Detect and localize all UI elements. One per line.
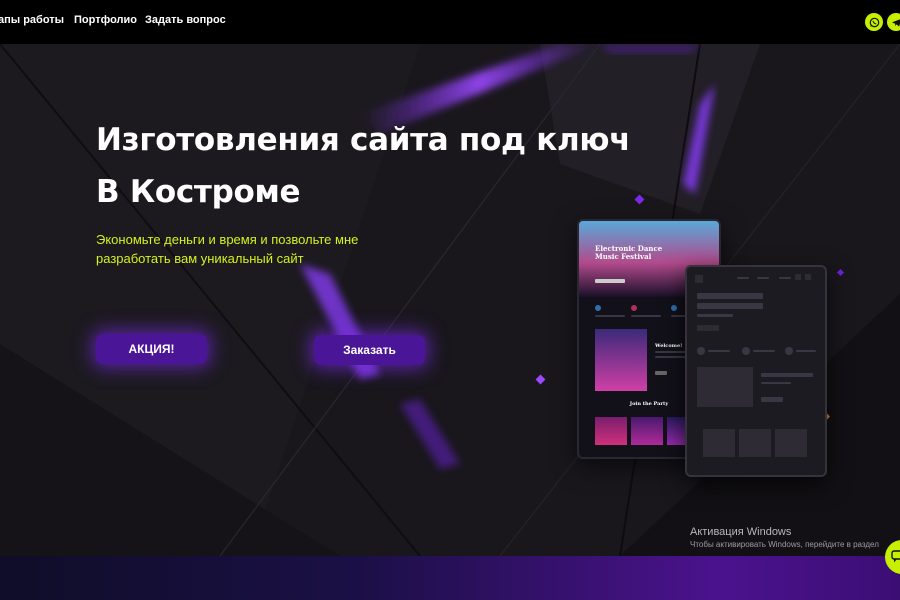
top-navigation: апы работы Портфолио Задать вопрос <box>0 0 900 44</box>
telegram-button[interactable] <box>887 13 900 31</box>
mockup-welcome: Welcome! <box>655 343 683 349</box>
chat-icon <box>891 550 900 563</box>
mockup-concert-image <box>595 329 647 391</box>
nav-link-ask-question[interactable]: Задать вопрос <box>145 14 226 26</box>
telegram-icon <box>891 18 900 27</box>
hero-title-line1: Изготовления сайта под ключ <box>96 122 631 158</box>
hero-title: Изготовления сайта под ключ В Костроме <box>96 114 696 218</box>
hero-section: Изготовления сайта под ключ В Костроме Э… <box>0 44 900 556</box>
windows-activation-title: Активация Windows <box>690 526 792 538</box>
nav-link-stages[interactable]: апы работы <box>0 14 64 26</box>
hero-title-line2: В Костроме <box>96 174 301 210</box>
whatsapp-icon <box>869 17 879 27</box>
website-mockup-back <box>685 265 827 477</box>
nav-link-portfolio[interactable]: Портфолио <box>74 14 137 26</box>
hero-subtitle: Экономьте деньги и время и позвольте мне… <box>96 232 359 266</box>
next-section-band <box>0 556 900 600</box>
promo-button[interactable]: АКЦИЯ! <box>96 334 207 364</box>
mockup-title: Electronic Dance Music Festival <box>595 244 663 261</box>
order-button[interactable]: Заказать <box>314 335 425 365</box>
whatsapp-button[interactable] <box>865 13 883 31</box>
windows-activation-subtitle: Чтобы активировать Windows, перейдите в … <box>690 540 879 549</box>
